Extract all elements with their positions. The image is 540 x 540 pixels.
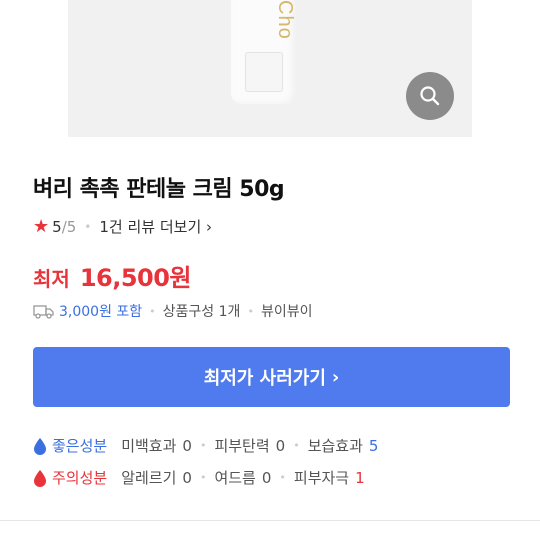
chevron-right-icon: ›	[331, 366, 340, 388]
delivery-truck-icon	[33, 305, 54, 319]
buy-button-label: 최저가 사러가기	[203, 368, 326, 389]
separator-dot: •	[199, 471, 207, 484]
shipping-row: 3,000원 포함 • 상품구성 1개 • 뷰이뷰이	[33, 301, 312, 321]
separator-dot: •	[149, 304, 156, 318]
seller-name: 뷰이뷰이	[260, 304, 313, 320]
ingredient-name: 알레르기	[121, 469, 177, 487]
star-icon: ★	[33, 216, 50, 237]
caution-ingredients-heading[interactable]: 주의성분	[52, 467, 107, 488]
separator-dot: •	[247, 304, 254, 318]
shipping-fee: 3,000원 포함	[59, 304, 143, 320]
separator-dot: •	[199, 439, 207, 452]
ingredient-count: 1	[355, 468, 365, 487]
separator-dot: •	[279, 471, 286, 484]
red-drop-icon	[34, 469, 46, 487]
price-value: 16,500원	[79, 264, 192, 292]
zoom-button[interactable]	[406, 72, 454, 120]
ingredient-count: 0	[275, 436, 286, 455]
magnifier-icon	[420, 86, 440, 106]
rating-max: /5	[61, 217, 77, 236]
ingredient-count: 0	[182, 436, 192, 455]
ingredient-count: 0	[261, 468, 272, 487]
ingredient-name: 여드름	[214, 469, 256, 487]
blue-drop-icon	[34, 437, 46, 455]
section-divider	[0, 520, 540, 521]
ingredient-name: 피부탄력	[214, 437, 270, 455]
good-ingredients-row: 좋은성분 미백효과 0 • 피부탄력 0 • 보습효과 5	[33, 435, 378, 456]
price-label: 최저	[33, 267, 70, 291]
separator-dot: •	[293, 439, 300, 452]
buy-lowest-price-button[interactable]: 최저가 사러가기 ›	[33, 347, 510, 407]
product-title: 벼리 촉촉 판테놀 크림 50g	[33, 177, 285, 202]
ingredient-count: 0	[182, 468, 192, 487]
ingredient-name: 보습효과	[307, 437, 363, 455]
tube-brand-text: Cho	[274, 0, 296, 40]
separator-dot: •	[84, 219, 92, 234]
review-more-label: 1건 리뷰 더보기	[99, 218, 202, 236]
cream-tube: Cho	[231, 0, 297, 104]
ingredient-count: 5	[368, 436, 379, 455]
chevron-right-icon: ›	[206, 218, 213, 236]
caution-ingredients-row: 주의성분 알레르기 0 • 여드름 0 • 피부자극 1	[33, 467, 365, 488]
ingredient-name: 피부자극	[293, 469, 350, 487]
good-ingredients-heading[interactable]: 좋은성분	[52, 435, 107, 456]
product-image[interactable]: Cho	[68, 0, 472, 137]
review-more-link[interactable]: 1건 리뷰 더보기 ›	[99, 216, 212, 237]
tube-cap	[245, 52, 283, 92]
rating-row: ★ 5 /5 • 1건 리뷰 더보기 ›	[33, 216, 212, 237]
rating-score: 5	[52, 217, 62, 236]
price-row: 최저 16,500원	[33, 258, 192, 293]
ingredient-name: 미백효과	[121, 437, 177, 455]
product-composition: 상품구성 1개	[162, 304, 241, 320]
